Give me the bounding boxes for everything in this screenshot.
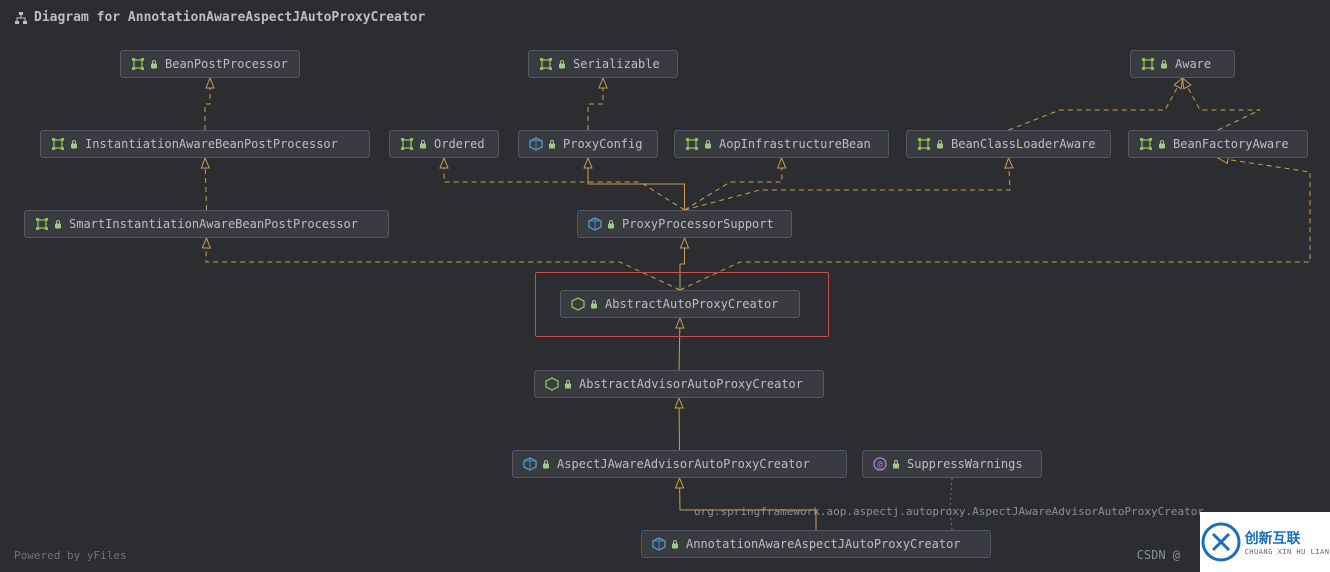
annotation-icon: @ <box>873 457 887 471</box>
lock-icon <box>1157 139 1167 149</box>
node-label: ProxyProcessorSupport <box>622 217 774 231</box>
node-serializable[interactable]: Serializable <box>528 50 678 78</box>
interface-icon <box>1139 137 1153 151</box>
node-bean-class-loader-aware[interactable]: BeanClassLoaderAware <box>906 130 1111 158</box>
node-bean-factory-aware[interactable]: BeanFactoryAware <box>1128 130 1308 158</box>
node-abstract-advisor-auto-proxy-creator[interactable]: AbstractAdvisorAutoProxyCreator <box>534 370 824 398</box>
lock-icon <box>1159 59 1169 69</box>
class-icon <box>523 457 537 471</box>
lock-icon <box>891 459 901 469</box>
interface-icon <box>917 137 931 151</box>
lock-icon <box>547 139 557 149</box>
watermark-logo: 创新互联 CHUANG XIN HU LIAN <box>1200 512 1330 572</box>
lock-icon <box>589 299 599 309</box>
node-abstract-auto-proxy-creator[interactable]: AbstractAutoProxyCreator <box>560 290 800 318</box>
node-aspectj-aware-advisor-auto-proxy-creator[interactable]: AspectJAwareAdvisorAutoProxyCreator <box>512 450 847 478</box>
logo-text: 创新互联 <box>1245 528 1330 548</box>
diagram-canvas[interactable]: BeanPostProcessor Serializable Aware Instan… <box>0 0 1330 572</box>
node-proxy-config[interactable]: ProxyConfig <box>518 130 658 158</box>
interface-icon <box>51 137 65 151</box>
node-label: AopInfrastructureBean <box>719 137 871 151</box>
node-bean-post-processor[interactable]: BeanPostProcessor <box>120 50 300 78</box>
node-label: BeanFactoryAware <box>1173 137 1289 151</box>
interface-icon <box>685 137 699 151</box>
node-label: AspectJAwareAdvisorAutoProxyCreator <box>557 457 810 471</box>
lock-icon <box>149 59 159 69</box>
node-smart-instantiation-aware-bpp[interactable]: SmartInstantiationAwareBeanPostProcessor <box>24 210 389 238</box>
svg-text:@: @ <box>877 460 883 470</box>
lock-icon <box>563 379 573 389</box>
lock-icon <box>541 459 551 469</box>
logo-subtext: CHUANG XIN HU LIAN <box>1245 548 1330 556</box>
lock-icon <box>53 219 63 229</box>
lock-icon <box>557 59 567 69</box>
package-label: org.springframework.aop.aspectj.autoprox… <box>694 505 1204 518</box>
abstract-icon <box>545 377 559 391</box>
abstract-icon <box>571 297 585 311</box>
class-icon <box>529 137 543 151</box>
class-icon <box>588 217 602 231</box>
interface-icon <box>131 57 145 71</box>
lock-icon <box>703 139 713 149</box>
node-label: ProxyConfig <box>563 137 642 151</box>
interface-icon <box>1141 57 1155 71</box>
node-proxy-processor-support[interactable]: ProxyProcessorSupport <box>577 210 792 238</box>
lock-icon <box>935 139 945 149</box>
node-label: BeanClassLoaderAware <box>951 137 1096 151</box>
lock-icon <box>606 219 616 229</box>
interface-icon <box>539 57 553 71</box>
node-ordered[interactable]: Ordered <box>389 130 499 158</box>
lock-icon <box>69 139 79 149</box>
lock-icon <box>670 539 680 549</box>
node-label: Serializable <box>573 57 660 71</box>
node-label: Ordered <box>434 137 485 151</box>
node-label: SmartInstantiationAwareBeanPostProcessor <box>69 217 358 231</box>
node-label: AbstractAdvisorAutoProxyCreator <box>579 377 803 391</box>
node-suppress-warnings[interactable]: @ SuppressWarnings <box>862 450 1042 478</box>
node-aop-infrastructure-bean[interactable]: AopInfrastructureBean <box>674 130 889 158</box>
node-annotation-aware-aspectj-auto-proxy-creator[interactable]: AnnotationAwareAspectJAutoProxyCreator <box>641 530 991 558</box>
node-aware[interactable]: Aware <box>1130 50 1235 78</box>
node-label: AnnotationAwareAspectJAutoProxyCreator <box>686 537 961 551</box>
lock-icon <box>418 139 428 149</box>
node-label: BeanPostProcessor <box>165 57 288 71</box>
node-label: AbstractAutoProxyCreator <box>605 297 778 311</box>
class-icon <box>652 537 666 551</box>
node-instantiation-aware-bpp[interactable]: InstantiationAwareBeanPostProcessor <box>40 130 370 158</box>
node-label: InstantiationAwareBeanPostProcessor <box>85 137 338 151</box>
interface-icon <box>400 137 414 151</box>
node-label: SuppressWarnings <box>907 457 1023 471</box>
interface-icon <box>35 217 49 231</box>
node-label: Aware <box>1175 57 1211 71</box>
